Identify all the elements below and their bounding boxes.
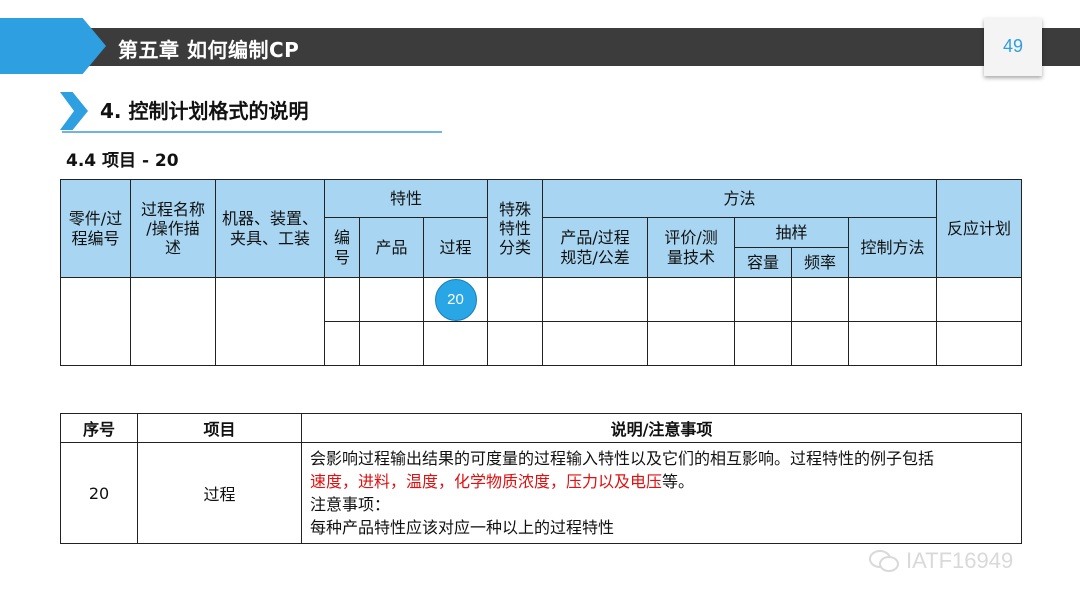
- desc-line-3: 注意事项：: [310, 495, 391, 514]
- item-20-badge: 20: [434, 278, 477, 321]
- header-char-no: 编号: [324, 217, 360, 278]
- item-explanation-table: 序号 项目 说明/注意事项 20 过程 会影响过程输出结果的可度量的过程输入特性…: [60, 413, 1022, 544]
- header-sampling: 抽样: [734, 217, 850, 248]
- item-title: 4.4 项目 - 20: [66, 151, 179, 171]
- header-reaction-plan: 反应计划: [936, 179, 1023, 278]
- table-cell: [324, 277, 360, 322]
- table-cell: [487, 277, 544, 322]
- desc-line-1: 会影响过程输出结果的可度量的过程输入特性以及它们的相互影响。过程特性的例子包括: [310, 449, 935, 468]
- table-cell: [215, 277, 325, 366]
- table-cell: [487, 321, 544, 366]
- desc-line-4: 每种产品特性应该对应一种以上的过程特性: [310, 518, 615, 537]
- watermark: IATF16949: [868, 548, 1013, 574]
- page-number-box: 49: [984, 18, 1042, 76]
- header-characteristics: 特性: [323, 179, 489, 218]
- table-cell: [936, 277, 1023, 322]
- table-cell: [60, 277, 131, 366]
- chapter-title: 第五章 如何编制CP: [118, 38, 300, 62]
- highlighted-examples: 速度，进料，温度，化学物质浓度，压力以及电压: [310, 472, 663, 491]
- header-description: 说明/注意事项: [301, 413, 1022, 443]
- wechat-icon: [869, 550, 899, 572]
- table-cell: [848, 321, 938, 366]
- table-cell: [791, 321, 850, 366]
- table-cell: [647, 277, 736, 322]
- header-no: 序号: [60, 413, 138, 443]
- table-cell: [130, 277, 216, 366]
- control-plan-table: 零件/过 程编号 过程名称/操作描述 机器、装置、 夹具、工装 特性 特殊 特性 分类 …: [60, 179, 1023, 366]
- chevron-right-icon: [60, 92, 88, 130]
- table-cell: [734, 321, 793, 366]
- table-cell: [647, 321, 736, 366]
- header-machine: 机器、装置、 夹具、工装: [215, 179, 325, 278]
- header-spec: 产品/过程 规范/公差: [542, 217, 649, 278]
- row-item: 过程: [137, 442, 302, 544]
- watermark-text: IATF16949: [906, 548, 1014, 573]
- section-title: 4. 控制计划格式的说明: [100, 99, 309, 123]
- header-size: 容量: [734, 247, 793, 278]
- table-cell: [542, 277, 649, 322]
- desc-line-2: 速度，进料，温度，化学物质浓度，压力以及电压等。: [310, 472, 695, 491]
- page-number: 49: [1002, 36, 1024, 56]
- header-char-process: 过程: [422, 217, 489, 278]
- header-measurement: 评价/测 量技术: [647, 217, 736, 278]
- row-no: 20: [60, 442, 138, 544]
- table-cell: [936, 321, 1023, 366]
- table-cell: [848, 277, 938, 322]
- section-underline: [62, 131, 442, 133]
- table-cell: [791, 277, 850, 322]
- header-methods: 方法: [542, 179, 938, 218]
- header-special-char: 特殊 特性 分类: [487, 179, 544, 278]
- table-cell: [324, 321, 360, 366]
- header-frequency: 频率: [791, 247, 850, 278]
- header-control-method: 控制方法: [848, 217, 938, 278]
- table-cell: [422, 321, 489, 366]
- header-char-product: 产品: [359, 217, 424, 278]
- table-cell: [359, 277, 424, 322]
- row-description: 会影响过程输出结果的可度量的过程输入特性以及它们的相互影响。过程特性的例子包括 …: [301, 442, 1022, 544]
- header-part-process-no: 零件/过 程编号: [60, 179, 131, 278]
- header-item: 项目: [137, 413, 302, 443]
- table-cell: [542, 321, 649, 366]
- header-process-name: 过程名称/操作描述: [130, 179, 216, 278]
- table-cell: [734, 277, 793, 322]
- table-cell-process-char: 20: [422, 277, 489, 322]
- table-cell: [359, 321, 424, 366]
